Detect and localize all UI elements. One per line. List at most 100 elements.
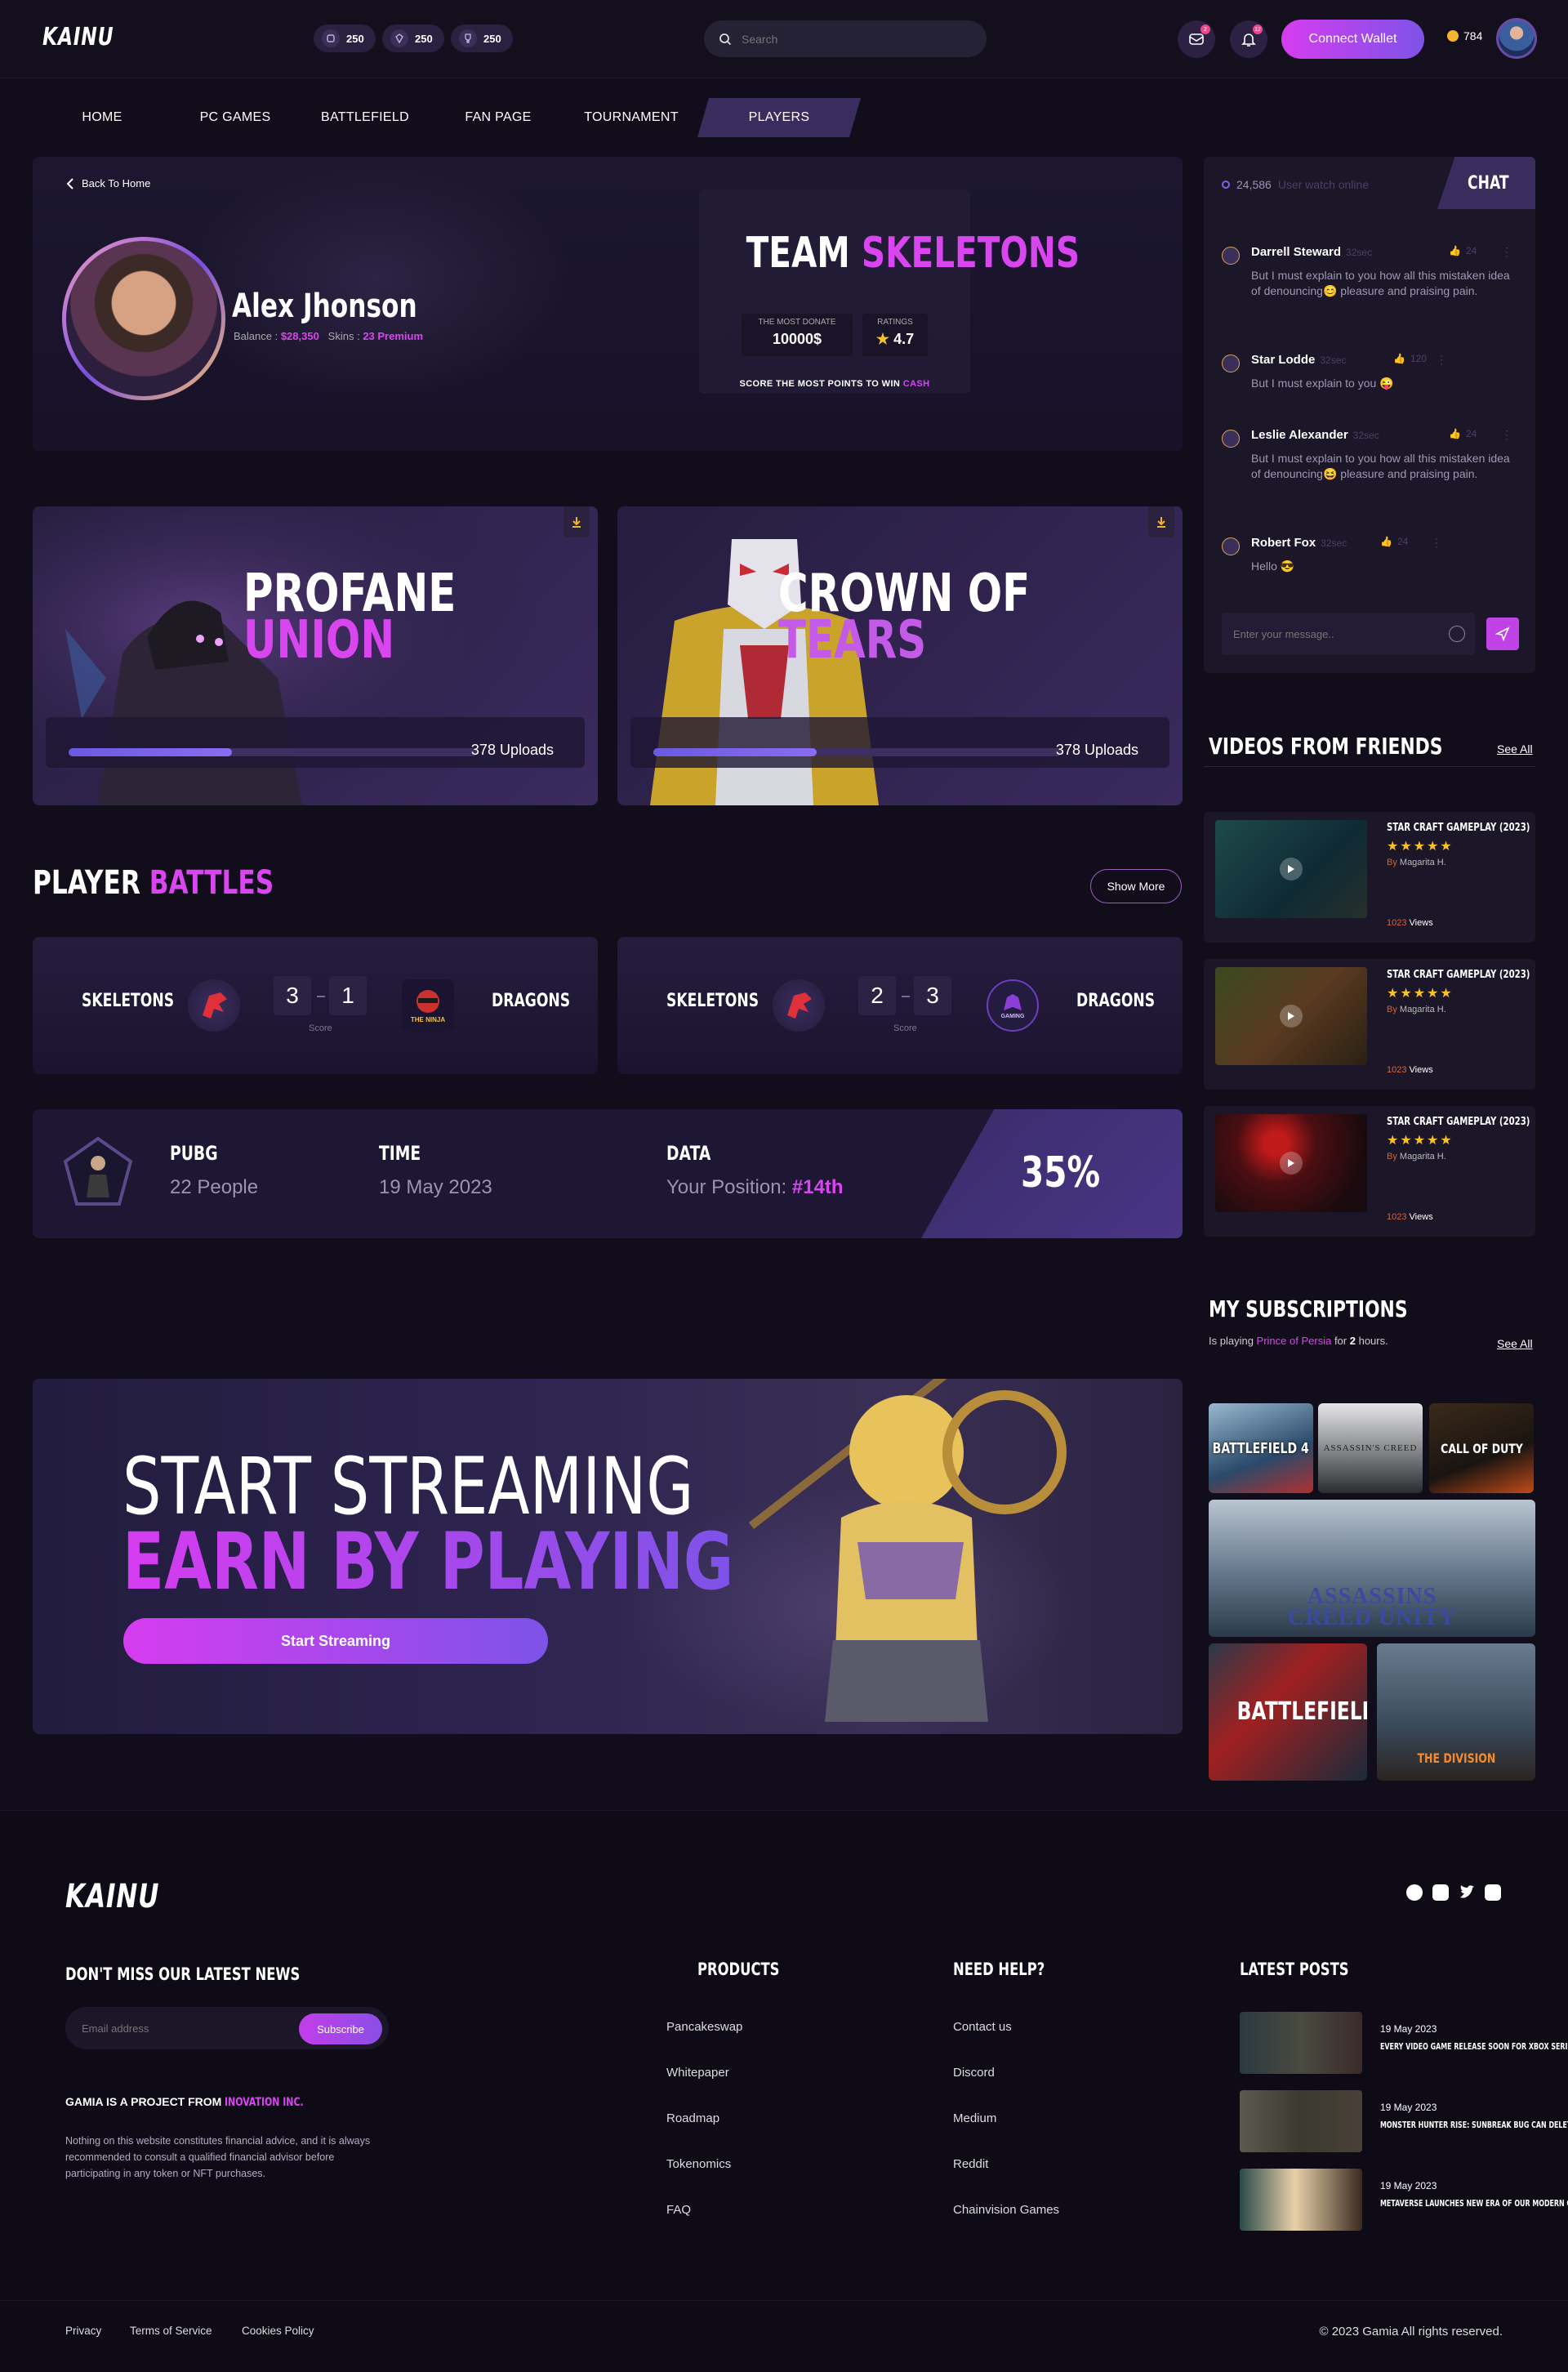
pubg-value: 22 People — [170, 1176, 259, 1198]
footer-link-contact[interactable]: Contact us — [953, 2020, 1012, 2034]
video-card[interactable]: STAR CRAFT GAMEPLAY (2023) ★★★★★ By Maga… — [1204, 812, 1535, 943]
like-button[interactable]: 👍 24 — [1380, 536, 1408, 547]
streaming-banner: START STREAMING EARN BY PLAYING Start St… — [33, 1379, 1183, 1734]
play-icon[interactable] — [1280, 858, 1303, 881]
battle-card-2[interactable]: SKELETONS 2 3 Score GAMING DRAGONS — [617, 937, 1183, 1074]
user-avatar[interactable] — [1496, 18, 1537, 59]
game-tile-label: ASSASSIN'S CREED — [1323, 1443, 1418, 1453]
mail-button[interactable]: 2 — [1178, 20, 1215, 58]
nav-pc-games[interactable]: PC GAMES — [172, 98, 299, 137]
post-date: 19 May 2023 — [1380, 2180, 1437, 2191]
chat-message-input[interactable] — [1222, 613, 1475, 655]
stream-line-2: EARN BY PLAYING — [122, 1516, 734, 1607]
nav-fan-page[interactable]: FAN PAGE — [431, 98, 565, 137]
game-tile-featured[interactable]: ASSASSINS CREED UNITY — [1209, 1500, 1535, 1637]
more-options-icon[interactable]: ⋮ — [1501, 245, 1512, 259]
privacy-link[interactable]: Privacy — [65, 2325, 101, 2337]
game-tile[interactable]: ASSASSIN'S CREED — [1318, 1403, 1423, 1493]
like-button[interactable]: 👍 120 — [1393, 353, 1427, 364]
game-tile-label: BATTLEFIELD 4 — [1212, 1439, 1310, 1457]
chevron-left-icon — [65, 177, 75, 189]
player-battles-title-text: PLAYER BATTLES — [33, 864, 274, 902]
videos-see-all-link[interactable]: See All — [1497, 742, 1533, 756]
uploads-count: 378 Uploads — [1055, 742, 1138, 758]
video-views: 1023 Views — [1387, 1065, 1433, 1075]
post-item[interactable]: 19 May 2023 EVERY VIDEO GAME RELEASE SOO… — [1240, 2012, 1568, 2074]
team-card: TEAM SKELETONS THE MOST DONATE 10000$ RA… — [699, 189, 1080, 394]
download-button[interactable] — [564, 506, 590, 537]
nav-battlefield[interactable]: BATTLEFIELD — [299, 98, 431, 137]
emoji-icon[interactable] — [1449, 626, 1465, 642]
dragon-logo-icon — [188, 979, 240, 1032]
subscriptions-status: Is playing Prince of Persia for 2 hours. — [1209, 1335, 1388, 1347]
download-button[interactable] — [1148, 506, 1174, 537]
connect-wallet-button[interactable]: Connect Wallet — [1281, 20, 1424, 59]
footer-link-whitepaper[interactable]: Whitepaper — [666, 2066, 729, 2080]
main-nav: HOME PC GAMES BATTLEFIELD FAN PAGE TOURN… — [33, 98, 861, 137]
search-input[interactable] — [742, 32, 970, 46]
nav-players[interactable]: PLAYERS — [697, 98, 861, 137]
back-to-home-link[interactable]: Back To Home — [65, 177, 150, 189]
nav-home[interactable]: HOME — [33, 98, 172, 137]
game-tile[interactable]: BATTLEFIELD 4 — [1209, 1403, 1313, 1493]
facebook-icon[interactable] — [1406, 1884, 1423, 1901]
post-item[interactable]: 19 May 2023 METAVERSE LAUNCHES NEW ERA O… — [1240, 2169, 1568, 2231]
player-info: Balance : $28,350 Skins : 23 Premium — [234, 330, 423, 342]
notification-button[interactable]: 12 — [1230, 20, 1267, 58]
progress-fill — [69, 748, 232, 756]
subscriptions-see-all-link[interactable]: See All — [1497, 1337, 1533, 1350]
battle-card-1[interactable]: SKELETONS 3 1 Score THE NINJA DRAGONS — [33, 937, 598, 1074]
more-options-icon[interactable]: ⋮ — [1436, 353, 1447, 367]
video-thumbnail — [1215, 967, 1367, 1065]
footer-link-medium[interactable]: Medium — [953, 2111, 996, 2125]
team-a-name: SKELETONS — [666, 991, 760, 1011]
footer-link-faq[interactable]: FAQ — [666, 2203, 691, 2217]
post-item[interactable]: 19 May 2023 MONSTER HUNTER RISE: SUNBREA… — [1240, 2090, 1568, 2152]
game-tile[interactable]: BATTLEFIELD 6 — [1209, 1643, 1367, 1781]
character-card-2[interactable]: CROWN OF TEARS 378 Uploads — [617, 506, 1183, 805]
team-subtitle: SCORE THE MOST POINTS TO WIN CASH — [699, 379, 970, 389]
footer-link-tokenomics[interactable]: Tokenomics — [666, 2157, 731, 2171]
instagram-icon[interactable] — [1432, 1884, 1449, 1901]
twitter-icon[interactable] — [1459, 1884, 1475, 1901]
cookies-link[interactable]: Cookies Policy — [242, 2325, 314, 2337]
footer-link-chainvision[interactable]: Chainvision Games — [953, 2203, 1059, 2217]
footer-logo[interactable]: KAINU — [65, 1878, 159, 1915]
message-author: Darrell Steward 32sec — [1251, 245, 1373, 259]
footer-link-roadmap[interactable]: Roadmap — [666, 2111, 719, 2125]
star-icon: ★ — [875, 331, 890, 347]
show-more-button[interactable]: Show More — [1090, 869, 1182, 903]
coin-value: 784 — [1463, 29, 1483, 42]
footer-link-reddit[interactable]: Reddit — [953, 2157, 988, 2171]
discord-icon[interactable] — [1485, 1884, 1501, 1901]
nav-tournament[interactable]: TOURNAMENT — [565, 98, 697, 137]
play-icon[interactable] — [1280, 1152, 1303, 1175]
chat-tab[interactable]: CHAT — [1437, 157, 1535, 209]
more-options-icon[interactable]: ⋮ — [1501, 428, 1512, 442]
video-thumbnail — [1215, 820, 1367, 918]
character-card-1[interactable]: PROFANE UNION 378 Uploads — [33, 506, 598, 805]
post-thumbnail — [1240, 2169, 1362, 2231]
footer-link-discord[interactable]: Discord — [953, 2066, 995, 2080]
player-name: Alex Jhonson — [232, 288, 417, 325]
video-author: By Magarita H. — [1387, 1152, 1446, 1161]
game-tile[interactable]: THE DIVISION — [1377, 1643, 1535, 1781]
send-button[interactable] — [1486, 618, 1519, 650]
play-icon[interactable] — [1280, 1005, 1303, 1028]
email-input[interactable] — [82, 2018, 278, 2038]
footer-link-pancakeswap[interactable]: Pancakeswap — [666, 2020, 742, 2034]
game-tile[interactable]: CALL OF DUTY — [1429, 1403, 1534, 1493]
stat-value: 250 — [483, 32, 501, 45]
more-options-icon[interactable]: ⋮ — [1431, 536, 1442, 550]
video-card[interactable]: STAR CRAFT GAMEPLAY (2023) ★★★★★ By Maga… — [1204, 1106, 1535, 1237]
terms-link[interactable]: Terms of Service — [130, 2325, 212, 2337]
subscribe-button[interactable]: Subscribe — [299, 2013, 382, 2044]
uploads-count: 378 Uploads — [470, 742, 554, 758]
team-title: TEAM SKELETONS — [699, 229, 1080, 278]
logo[interactable]: KAINU — [42, 23, 114, 51]
search-bar[interactable] — [704, 20, 987, 57]
like-button[interactable]: 👍 24 — [1449, 245, 1477, 256]
video-card[interactable]: STAR CRAFT GAMEPLAY (2023) ★★★★★ By Maga… — [1204, 959, 1535, 1090]
like-button[interactable]: 👍 24 — [1449, 428, 1477, 439]
start-streaming-button[interactable]: Start Streaming — [123, 1618, 548, 1664]
